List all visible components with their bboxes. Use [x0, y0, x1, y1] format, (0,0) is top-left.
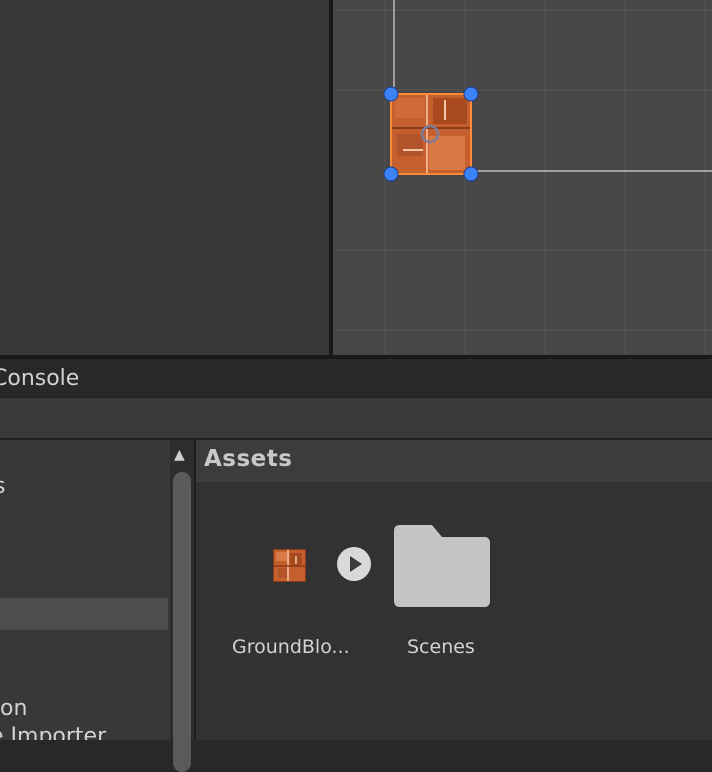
tree-scrollbar[interactable]: ▲	[170, 440, 196, 772]
asset-label-groundblock[interactable]: GroundBlo...	[232, 636, 350, 658]
expand-play-icon[interactable]	[337, 547, 371, 581]
selected-sprite[interactable]	[390, 93, 472, 175]
resize-handle-top-left	[383, 86, 399, 102]
breadcrumb-assets[interactable]: Assets	[204, 446, 292, 472]
scene-view[interactable]	[333, 0, 712, 355]
scroll-up-arrow-icon[interactable]: ▲	[174, 448, 185, 462]
sprite-icon[interactable]	[273, 549, 306, 582]
resize-handle-top-right	[463, 86, 479, 102]
resize-handle-bottom-right	[463, 166, 479, 182]
scene-grid	[333, 0, 712, 355]
asset-label-scenes[interactable]: Scenes	[407, 636, 475, 658]
tree-item[interactable]: s	[0, 474, 5, 499]
hierarchy-panel	[0, 0, 329, 355]
assets-breadcrumb-bar: Assets	[196, 440, 712, 482]
resize-handle-bottom-left	[383, 166, 399, 182]
project-tree: s on e Importer	[0, 440, 170, 740]
tree-item[interactable]: e Importer	[0, 724, 106, 740]
tree-item[interactable]: on	[0, 696, 27, 721]
tree-selection-highlight[interactable]	[0, 598, 168, 630]
tab-console[interactable]: Console	[0, 366, 79, 391]
project-toolbar	[0, 398, 712, 440]
folder-icon[interactable]	[394, 525, 490, 611]
bottom-tab-bar: Console	[0, 359, 712, 398]
scrollbar-thumb[interactable]	[173, 472, 191, 772]
